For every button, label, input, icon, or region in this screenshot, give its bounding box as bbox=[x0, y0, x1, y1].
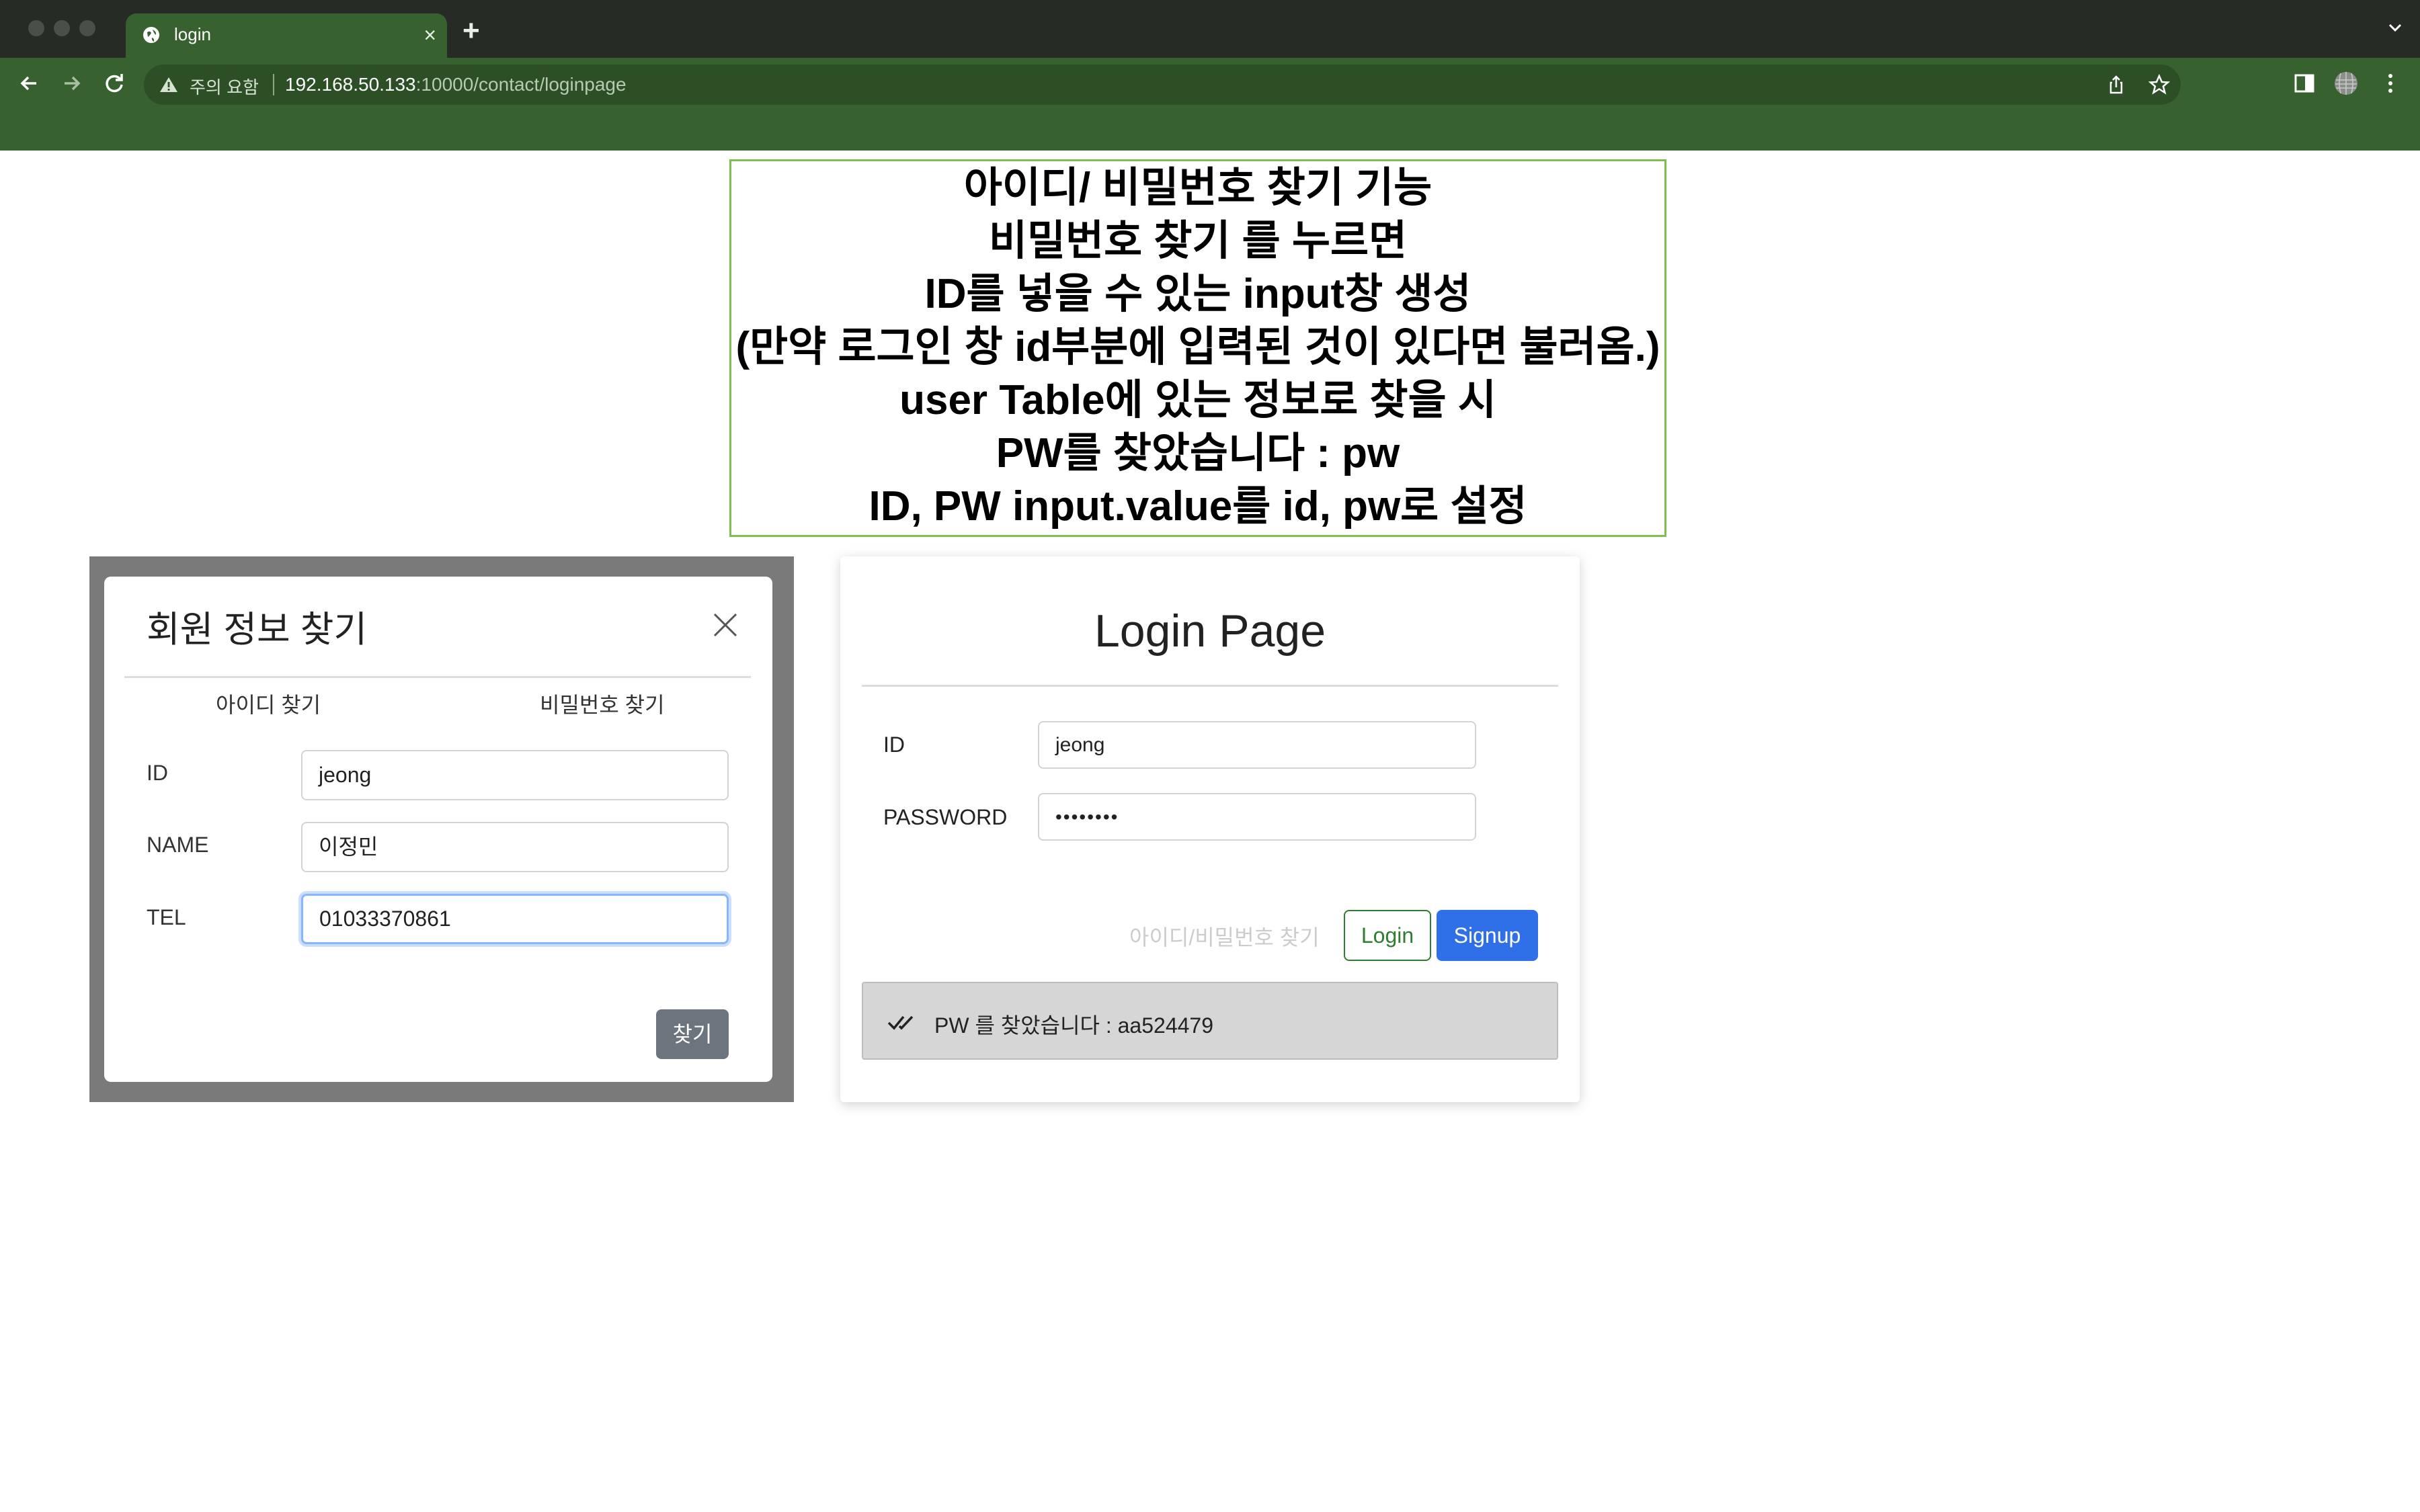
tab-close-icon[interactable]: × bbox=[424, 22, 436, 48]
tel-field[interactable]: 01033370861 bbox=[301, 894, 729, 944]
result-alert: PW 를 찾았습니다 : aa524479 bbox=[862, 982, 1558, 1060]
tel-field-label: TEL bbox=[147, 905, 186, 929]
omnibox-separator bbox=[273, 74, 274, 95]
reload-icon[interactable] bbox=[101, 70, 128, 97]
url-text[interactable]: 192.168.50.133:10000/contact/loginpage bbox=[285, 74, 627, 95]
tab-find-password[interactable]: 비밀번호 찾기 bbox=[540, 688, 665, 719]
share-icon[interactable] bbox=[2105, 74, 2127, 95]
close-icon[interactable] bbox=[712, 612, 739, 638]
annotation-box: 아이디/ 비밀번호 찾기 기능 비밀번호 찾기 를 누르면 ID를 넣을 수 있… bbox=[729, 159, 1666, 537]
security-warning-text[interactable]: 주의 요함 bbox=[190, 74, 259, 99]
id-field[interactable]: jeong bbox=[301, 750, 729, 800]
find-id-password-link[interactable]: 아이디/비밀번호 찾기 bbox=[1129, 921, 1320, 952]
card-divider bbox=[862, 685, 1558, 687]
annotation-line: 비밀번호 찾기 를 누르면 bbox=[988, 218, 1408, 264]
annotation-line: 아이디/ 비밀번호 찾기 기능 bbox=[963, 165, 1433, 211]
browser-toolbar: 주의 요함 192.168.50.133:10000/contact/login… bbox=[0, 58, 2420, 151]
kebab-menu-icon[interactable] bbox=[2377, 70, 2404, 97]
tab-title: login bbox=[174, 24, 211, 44]
warning-icon[interactable] bbox=[159, 75, 179, 94]
login-button[interactable]: Login bbox=[1344, 910, 1431, 961]
profile-avatar-icon[interactable] bbox=[2333, 70, 2360, 97]
alert-text: PW 를 찾았습니다 : aa524479 bbox=[934, 1013, 1214, 1038]
browser-tab-login[interactable]: login × bbox=[126, 13, 447, 58]
window-minimize-dot[interactable] bbox=[54, 20, 70, 36]
browser-tab-strip: login × + bbox=[0, 0, 2420, 58]
password-label: PASSWORD bbox=[883, 805, 1008, 829]
globe-icon bbox=[143, 27, 159, 43]
login-id-input[interactable]: jeong bbox=[1038, 721, 1476, 769]
login-card: Login Page ID jeong PASSWORD •••••••• 아이… bbox=[840, 556, 1580, 1102]
address-bar[interactable]: 주의 요함 192.168.50.133:10000/contact/login… bbox=[144, 65, 2181, 105]
login-id-label: ID bbox=[883, 732, 905, 757]
modal-divider bbox=[124, 676, 751, 678]
url-path: :10000/contact/loginpage bbox=[415, 74, 627, 95]
find-button[interactable]: 찾기 bbox=[656, 1009, 729, 1059]
annotation-line: ID, PW input.value를 id, pw로 설정 bbox=[869, 483, 1527, 530]
signup-button[interactable]: Signup bbox=[1437, 910, 1538, 961]
annotation-line: user Table에 있는 정보로 찾을 시 bbox=[899, 377, 1496, 423]
modal-title: 회원 정보 찾기 bbox=[147, 610, 368, 650]
annotation-line: (만약 로그인 창 id부분에 입력된 것이 있다면 불러옴.) bbox=[735, 324, 1660, 370]
password-input[interactable]: •••••••• bbox=[1038, 793, 1476, 841]
star-icon[interactable] bbox=[2148, 74, 2170, 95]
tab-find-id[interactable]: 아이디 찾기 bbox=[216, 688, 321, 719]
find-member-modal: 회원 정보 찾기 아이디 찾기 비밀번호 찾기 ID jeong NAME 이정… bbox=[104, 577, 772, 1082]
id-field-label: ID bbox=[147, 761, 168, 785]
new-tab-button[interactable]: + bbox=[462, 16, 480, 46]
back-arrow-icon[interactable] bbox=[16, 70, 43, 97]
annotation-line: ID를 넣을 수 있는 input창 생성 bbox=[924, 271, 1471, 317]
page-title: Login Page bbox=[1094, 605, 1326, 657]
side-panel-icon[interactable] bbox=[2291, 70, 2318, 97]
double-check-icon bbox=[887, 1015, 914, 1030]
window-zoom-dot[interactable] bbox=[79, 20, 95, 36]
forward-arrow-icon[interactable] bbox=[58, 70, 85, 97]
url-host: 192.168.50.133 bbox=[285, 74, 416, 95]
window-close-dot[interactable] bbox=[28, 20, 44, 36]
tab-search-chevron-icon[interactable] bbox=[2388, 20, 2403, 35]
name-field-label: NAME bbox=[147, 833, 209, 857]
name-field[interactable]: 이정민 bbox=[301, 822, 729, 872]
annotation-line: PW를 찾았습니다 : pw bbox=[996, 430, 1400, 476]
